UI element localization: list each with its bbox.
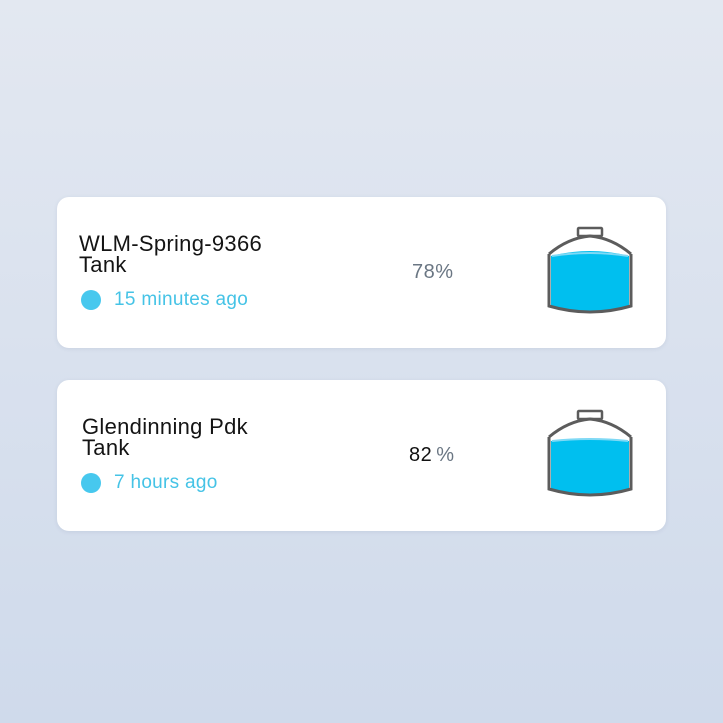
last-seen-time: 15 minutes ago	[114, 289, 249, 310]
tank-name: WLM-Spring-9366 Tank	[79, 231, 263, 277]
water-tank-icon	[547, 226, 633, 314]
status-dot-icon	[81, 290, 101, 310]
water-level: 78%	[412, 261, 454, 283]
water-level: 82%	[409, 444, 455, 467]
tank-name: Glendinning Pdk Tank	[82, 414, 248, 460]
last-seen-status: 15 minutes ago	[81, 289, 248, 311]
tank-card-glendinning[interactable]: Glendinning Pdk Tank 7 hours ago 82%	[57, 380, 666, 531]
water-level-value: 82	[409, 444, 433, 466]
last-seen-status: 7 hours ago	[81, 472, 218, 494]
last-seen-time: 7 hours ago	[114, 472, 218, 493]
status-dot-icon	[81, 473, 101, 493]
water-tank-icon	[547, 409, 633, 497]
water-level-unit: %	[436, 444, 455, 466]
tank-card-wlm-spring[interactable]: WLM-Spring-9366 Tank 15 minutes ago 78%	[57, 197, 666, 348]
